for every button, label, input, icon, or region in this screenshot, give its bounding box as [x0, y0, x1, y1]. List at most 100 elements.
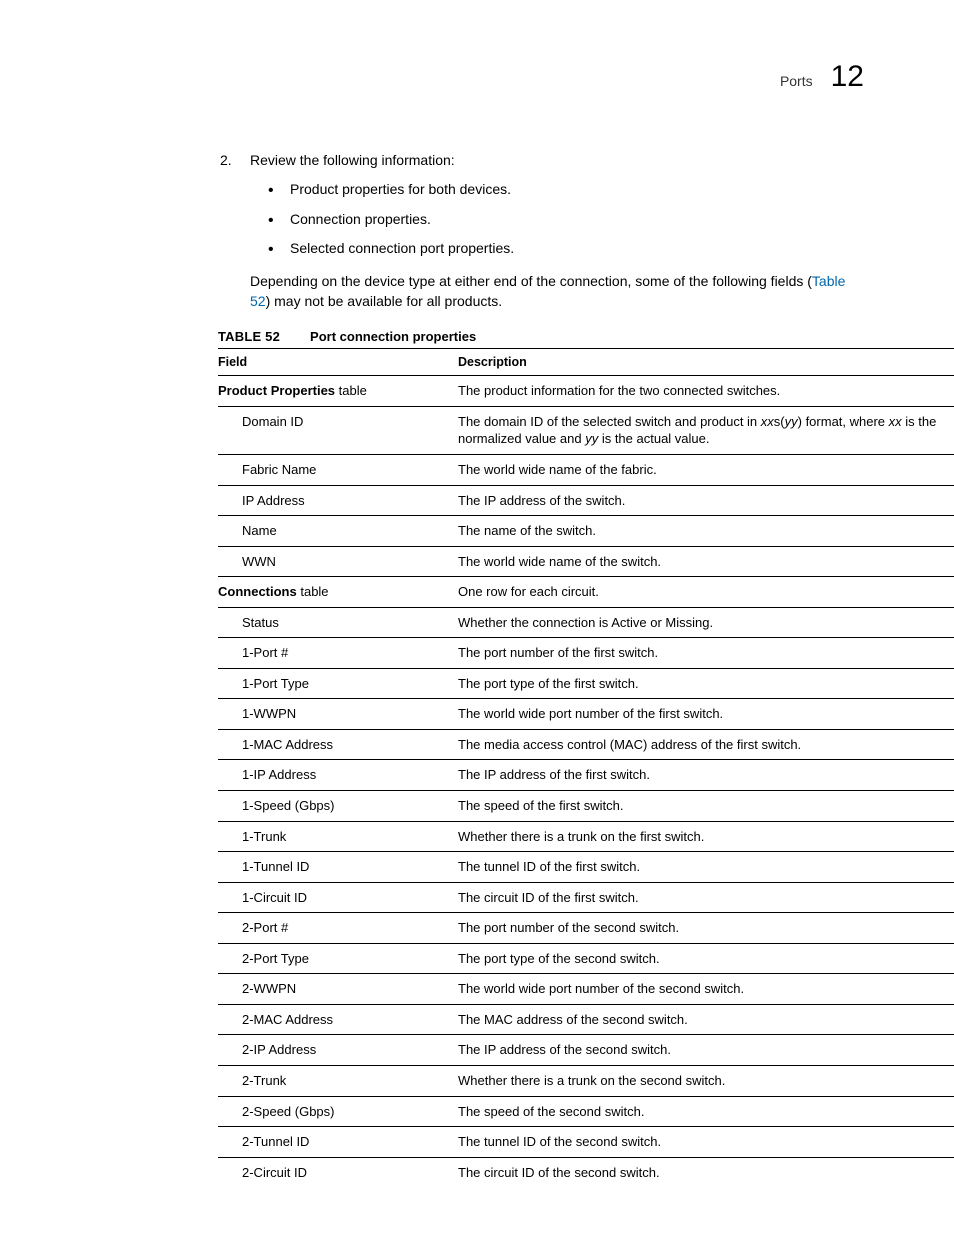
desc-cell: Whether there is a trunk on the second s… — [458, 1065, 954, 1096]
field-cell: Name — [218, 516, 458, 547]
table-row: 2-MAC Address The MAC address of the sec… — [218, 1004, 954, 1035]
table-row: 1-WWPN The world wide port number of the… — [218, 699, 954, 730]
field-cell: 2-Circuit ID — [218, 1157, 458, 1187]
desc-italic: yy — [585, 431, 598, 446]
field-cell: 1-Port Type — [218, 668, 458, 699]
desc-cell: The world wide port number of the first … — [458, 699, 954, 730]
desc-cell: The IP address of the first switch. — [458, 760, 954, 791]
desc-cell: The world wide port number of the second… — [458, 974, 954, 1005]
desc-cell: The tunnel ID of the second switch. — [458, 1127, 954, 1158]
table-row: IP Address The IP address of the switch. — [218, 485, 954, 516]
field-cell: IP Address — [218, 485, 458, 516]
desc-cell: The name of the switch. — [458, 516, 954, 547]
header-chapter-number: 12 — [831, 60, 864, 94]
desc-cell: The domain ID of the selected switch and… — [458, 406, 954, 454]
field-cell: Fabric Name — [218, 455, 458, 486]
table-row: 1-MAC Address The media access control (… — [218, 729, 954, 760]
field-cell: Connections table — [218, 577, 458, 608]
table-row: 1-Port Type The port type of the first s… — [218, 668, 954, 699]
field-cell: Domain ID — [218, 406, 458, 454]
table-row: 1-Tunnel ID The tunnel ID of the first s… — [218, 852, 954, 883]
table-row: 2-Port # The port number of the second s… — [218, 913, 954, 944]
field-cell: 1-IP Address — [218, 760, 458, 791]
table-label: TABLE 52 — [218, 329, 280, 344]
table-caption: TABLE 52 Port connection properties — [218, 329, 864, 344]
desc-cell: The IP address of the second switch. — [458, 1035, 954, 1066]
desc-cell: The port type of the first switch. — [458, 668, 954, 699]
table-row: Fabric Name The world wide name of the f… — [218, 455, 954, 486]
desc-text: is the actual value. — [598, 431, 709, 446]
field-cell: 2-Port Type — [218, 943, 458, 974]
table-row: 1-Port # The port number of the first sw… — [218, 638, 954, 669]
table-row: 2-WWPN The world wide port number of the… — [218, 974, 954, 1005]
bullet-list: Product properties for both devices. Con… — [268, 180, 864, 259]
table-row: 2-Trunk Whether there is a trunk on the … — [218, 1065, 954, 1096]
field-cell: 2-Tunnel ID — [218, 1127, 458, 1158]
table-row: 1-Trunk Whether there is a trunk on the … — [218, 821, 954, 852]
desc-cell: One row for each circuit. — [458, 577, 954, 608]
step-number: 2. — [220, 152, 236, 168]
step-line: 2. Review the following information: — [220, 152, 864, 168]
desc-cell: The port number of the first switch. — [458, 638, 954, 669]
table-row: 2-Tunnel ID The tunnel ID of the second … — [218, 1127, 954, 1158]
desc-cell: The circuit ID of the first switch. — [458, 882, 954, 913]
bullet-item: Product properties for both devices. — [268, 180, 864, 200]
desc-cell: Whether there is a trunk on the first sw… — [458, 821, 954, 852]
desc-cell: The media access control (MAC) address o… — [458, 729, 954, 760]
field-cell: 1-Port # — [218, 638, 458, 669]
desc-cell: The IP address of the switch. — [458, 485, 954, 516]
table-row: 1-Circuit ID The circuit ID of the first… — [218, 882, 954, 913]
field-cell: 2-Speed (Gbps) — [218, 1096, 458, 1127]
step-text: Review the following information: — [250, 152, 455, 168]
desc-italic: xx — [889, 414, 902, 429]
desc-cell: The speed of the second switch. — [458, 1096, 954, 1127]
field-cell: 1-Trunk — [218, 821, 458, 852]
group-name-bold: Connections — [218, 584, 297, 599]
table-header-field: Field — [218, 349, 458, 376]
table-row: Connections table One row for each circu… — [218, 577, 954, 608]
desc-text: The domain ID of the selected switch and… — [458, 414, 761, 429]
desc-text: s( — [774, 414, 785, 429]
group-name-suffix: table — [297, 584, 329, 599]
page-header: Ports 12 — [90, 60, 864, 94]
table-row: 2-Speed (Gbps) The speed of the second s… — [218, 1096, 954, 1127]
desc-cell: The speed of the first switch. — [458, 791, 954, 822]
header-section-name: Ports — [780, 73, 813, 89]
desc-italic: xx — [761, 414, 774, 429]
desc-cell: Whether the connection is Active or Miss… — [458, 607, 954, 638]
desc-cell: The port number of the second switch. — [458, 913, 954, 944]
table-row: Status Whether the connection is Active … — [218, 607, 954, 638]
field-cell: 2-WWPN — [218, 974, 458, 1005]
field-cell: 2-Trunk — [218, 1065, 458, 1096]
table-title: Port connection properties — [310, 329, 476, 344]
field-cell: Status — [218, 607, 458, 638]
table-row: Domain ID The domain ID of the selected … — [218, 406, 954, 454]
port-connection-properties-table: Field Description Product Properties tab… — [218, 348, 954, 1187]
field-cell: 2-Port # — [218, 913, 458, 944]
desc-cell: The tunnel ID of the first switch. — [458, 852, 954, 883]
field-cell: WWN — [218, 546, 458, 577]
depending-paragraph: Depending on the device type at either e… — [250, 271, 854, 312]
para-text-after: ) may not be available for all products. — [266, 293, 503, 309]
desc-cell: The circuit ID of the second switch. — [458, 1157, 954, 1187]
desc-cell: The port type of the second switch. — [458, 943, 954, 974]
table-row: Name The name of the switch. — [218, 516, 954, 547]
table-row: 2-Port Type The port type of the second … — [218, 943, 954, 974]
desc-italic: yy — [785, 414, 798, 429]
table-row: 2-IP Address The IP address of the secon… — [218, 1035, 954, 1066]
desc-cell: The MAC address of the second switch. — [458, 1004, 954, 1035]
field-cell: 1-Speed (Gbps) — [218, 791, 458, 822]
table-row: Product Properties table The product inf… — [218, 376, 954, 407]
table-header-description: Description — [458, 349, 954, 376]
field-cell: Product Properties table — [218, 376, 458, 407]
table-row: 1-Speed (Gbps) The speed of the first sw… — [218, 791, 954, 822]
table-row: 2-Circuit ID The circuit ID of the secon… — [218, 1157, 954, 1187]
bullet-item: Selected connection port properties. — [268, 239, 864, 259]
group-name-suffix: table — [335, 383, 367, 398]
field-cell: 2-IP Address — [218, 1035, 458, 1066]
desc-text: ) format, where — [798, 414, 889, 429]
field-cell: 1-WWPN — [218, 699, 458, 730]
table-row: WWN The world wide name of the switch. — [218, 546, 954, 577]
field-cell: 1-Tunnel ID — [218, 852, 458, 883]
table-row: 1-IP Address The IP address of the first… — [218, 760, 954, 791]
